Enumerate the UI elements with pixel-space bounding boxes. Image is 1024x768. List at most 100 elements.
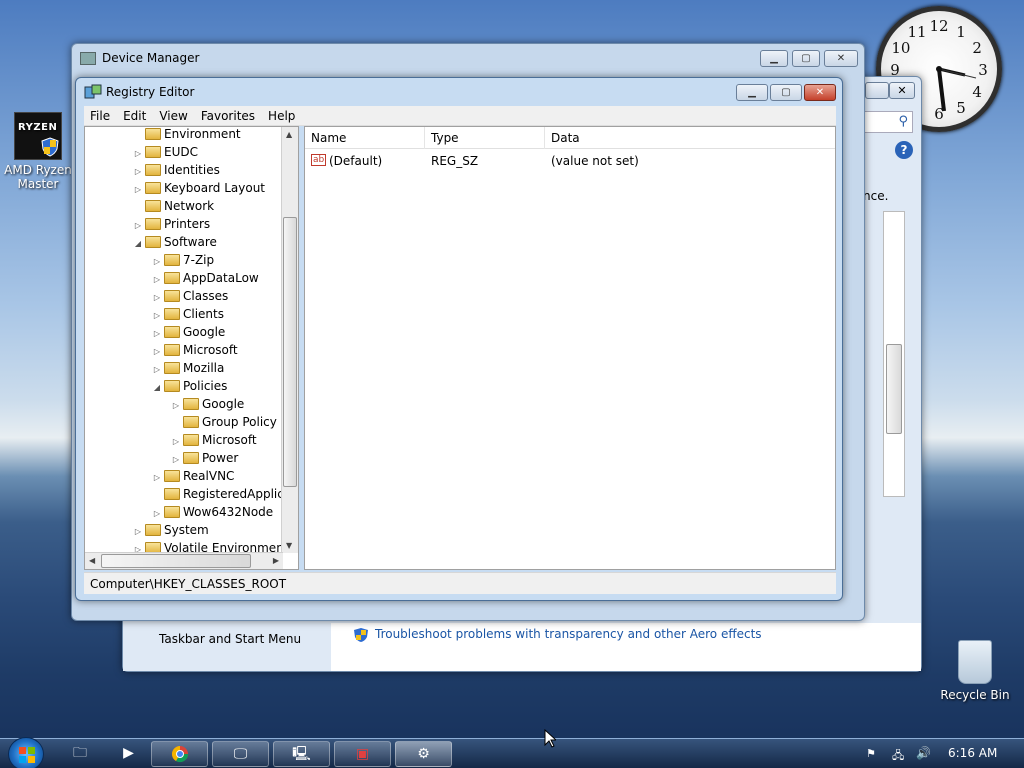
tree-node-label: RealVNC [183,469,235,483]
tree-node[interactable]: ▷ Microsoft [152,341,238,359]
collapse-arrow-icon[interactable]: ◢ [133,235,143,253]
clock-numeral: 2 [972,39,982,57]
tree-node[interactable]: ▷ Wow6432Node [152,503,273,521]
media-player-icon: ▶ [123,745,134,761]
taskbar-device-manager[interactable]: 🖳 [273,741,330,767]
scroll-up-arrow[interactable]: ▲ [286,130,292,139]
scrollbar-thumb[interactable] [283,217,297,487]
menu-help[interactable]: Help [268,109,295,123]
taskbar-toolbox[interactable]: ▣ [334,741,391,767]
maximize-button[interactable]: ▢ [792,50,820,67]
sidebar: Taskbar and Start Menu [123,623,331,671]
tree-node[interactable]: ▷ Classes [152,287,228,305]
tree-node[interactable]: ▷ Microsoft [171,431,257,449]
troubleshoot-link[interactable]: Troubleshoot problems with transparency … [375,627,762,641]
tree-node[interactable]: Network [133,197,214,215]
minimize-button[interactable]: ▁ [736,84,768,101]
tree-node[interactable]: ▷ Google [171,395,244,413]
tree-node[interactable]: ▷ 7-Zip [152,251,214,269]
desktop-icon-ryzen-master[interactable]: RYZEN AMD Ryzen Master [0,112,76,191]
taskbar-chrome[interactable] [151,741,208,767]
partial-text: nce. [863,189,889,203]
maximize-button[interactable]: ▢ [770,84,802,101]
tree-horizontal-scrollbar[interactable]: ◀ ▶ [85,552,283,569]
tree-node[interactable]: ▷ Printers [133,215,210,233]
desktop-icon-label: Recycle Bin [940,688,1010,702]
menu-file[interactable]: File [90,109,110,123]
tree-node[interactable]: ◢ Software [133,233,217,251]
column-header-name[interactable]: Name [305,127,425,149]
remote-desktop-icon: 🖵 [233,746,248,762]
tree-node-label: System [164,523,209,537]
tree-node[interactable]: ▷ Mozilla [152,359,224,377]
tree-node-label: Software [164,235,217,249]
device-manager-titlebar[interactable]: Device Manager [72,44,864,72]
scroll-left-arrow[interactable]: ◀ [89,556,95,565]
start-button[interactable] [8,737,44,768]
folder-icon [145,200,161,212]
tree-node[interactable]: ▷ EUDC [133,143,198,161]
tree-node[interactable]: ▷ Clients [152,305,224,323]
network-icon[interactable]: 🖧 [892,747,906,762]
clock-numeral: 12 [929,17,948,35]
device-manager-icon: 🖳 [292,746,311,762]
scrollbar-thumb[interactable] [886,344,902,434]
tree-node[interactable]: ▷ Google [152,323,225,341]
action-center-flag-icon[interactable]: ⚑ [866,747,880,761]
mouse-cursor-icon [544,729,556,748]
folder-icon [164,344,180,356]
sidebar-link-taskbar[interactable]: Taskbar and Start Menu [159,632,301,646]
tree-node[interactable]: RegisteredApplica [152,485,291,503]
column-header-type[interactable]: Type [425,127,545,149]
desktop-icon-recycle-bin[interactable]: Recycle Bin [937,640,1013,702]
scrollbar[interactable] [883,211,905,497]
registry-editor-titlebar[interactable]: Registry Editor [76,78,842,106]
registry-editor-window[interactable]: Registry Editor ▁ ▢ ✕ File Edit View Fav… [75,77,843,601]
folder-icon [145,146,161,158]
taskbar-registry-editor[interactable]: ⚙ [395,741,452,767]
system-clock[interactable]: 6:16 AM [948,746,997,760]
volume-icon[interactable]: 🔊 [916,746,931,760]
close-button[interactable]: ✕ [889,82,915,99]
maximize-button[interactable] [865,82,889,99]
tree-node-label: Clients [183,307,224,321]
collapse-arrow-icon[interactable]: ◢ [152,379,162,397]
registry-values-list[interactable]: Name Type Data ab (Default) REG_SZ (valu… [304,126,836,570]
registry-tree[interactable]: Environment ▷ EUDC ▷ Identities ▷ Keyboard Lay… [84,126,299,570]
tree-node-label: Microsoft [202,433,257,447]
close-button[interactable]: ✕ [824,50,858,67]
folder-icon [164,488,180,500]
scroll-right-arrow[interactable]: ▶ [273,556,279,565]
tree-node[interactable]: Environment [133,127,241,143]
folder-icon [183,416,199,428]
status-path: Computer\HKEY_CLASSES_ROOT [90,577,287,591]
tree-node[interactable]: ◢ Policies [152,377,227,395]
table-row[interactable]: ab (Default) REG_SZ (value not set) [305,151,835,171]
window-title: Device Manager [102,51,200,65]
device-manager-icon [80,51,96,65]
tree-node-label: Wow6432Node [183,505,274,519]
menu-favorites[interactable]: Favorites [201,109,255,123]
scrollbar-thumb[interactable] [101,554,251,568]
taskbar-remote-desktop[interactable]: 🖵 [212,741,269,767]
column-header-data[interactable]: Data [545,127,835,149]
help-icon[interactable]: ? [895,141,913,159]
taskbar-media-player[interactable]: ▶ [100,741,157,767]
tree-node[interactable]: ▷ Identities [133,161,220,179]
folder-icon [145,128,161,140]
uac-shield-icon [41,137,59,157]
tree-node[interactable]: ▷ System [133,521,209,539]
chrome-icon [171,746,188,763]
tree-node[interactable]: ▷ Power [171,449,238,467]
close-button[interactable]: ✕ [804,84,836,101]
tree-node[interactable]: ▷ RealVNC [152,467,235,485]
tree-node[interactable]: Group Policy [171,413,277,431]
tree-node[interactable]: ▷ AppDataLow [152,269,259,287]
minimize-button[interactable]: ▁ [760,50,788,67]
scroll-down-arrow[interactable]: ▼ [286,541,292,550]
tree-node[interactable]: ▷ Keyboard Layout [133,179,265,197]
menu-edit[interactable]: Edit [123,109,146,123]
toolbox-icon: ▣ [355,746,370,762]
tree-vertical-scrollbar[interactable]: ▲ ▼ [281,127,298,553]
menu-view[interactable]: View [159,109,187,123]
